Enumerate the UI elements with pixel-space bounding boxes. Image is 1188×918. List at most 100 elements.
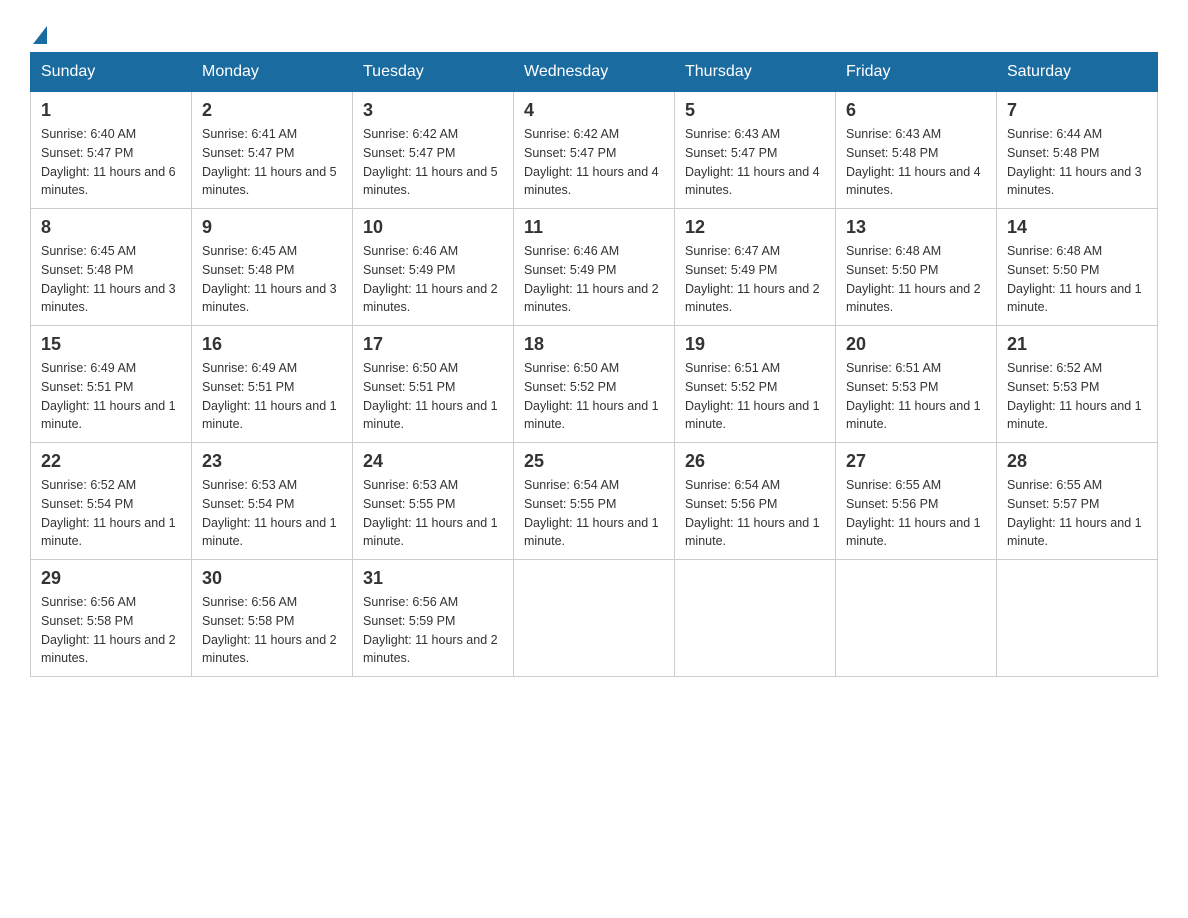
day-info: Sunrise: 6:53 AMSunset: 5:55 PMDaylight:… [363,478,498,548]
calendar-day-cell: 1 Sunrise: 6:40 AMSunset: 5:47 PMDayligh… [31,92,192,209]
weekday-header-wednesday: Wednesday [514,53,675,92]
day-number: 3 [363,100,503,121]
day-info: Sunrise: 6:43 AMSunset: 5:48 PMDaylight:… [846,127,981,197]
day-info: Sunrise: 6:46 AMSunset: 5:49 PMDaylight:… [363,244,498,314]
calendar-day-cell: 10 Sunrise: 6:46 AMSunset: 5:49 PMDaylig… [353,209,514,326]
calendar-week-row: 1 Sunrise: 6:40 AMSunset: 5:47 PMDayligh… [31,92,1158,209]
day-info: Sunrise: 6:52 AMSunset: 5:54 PMDaylight:… [41,478,176,548]
day-info: Sunrise: 6:42 AMSunset: 5:47 PMDaylight:… [363,127,498,197]
day-info: Sunrise: 6:51 AMSunset: 5:52 PMDaylight:… [685,361,820,431]
calendar-table: SundayMondayTuesdayWednesdayThursdayFrid… [30,52,1158,677]
day-number: 24 [363,451,503,472]
weekday-header-thursday: Thursday [675,53,836,92]
calendar-day-cell: 31 Sunrise: 6:56 AMSunset: 5:59 PMDaylig… [353,560,514,677]
calendar-day-cell: 15 Sunrise: 6:49 AMSunset: 5:51 PMDaylig… [31,326,192,443]
day-info: Sunrise: 6:56 AMSunset: 5:58 PMDaylight:… [41,595,176,665]
calendar-day-cell: 21 Sunrise: 6:52 AMSunset: 5:53 PMDaylig… [997,326,1158,443]
day-number: 27 [846,451,986,472]
day-number: 19 [685,334,825,355]
calendar-day-cell [675,560,836,677]
day-info: Sunrise: 6:50 AMSunset: 5:51 PMDaylight:… [363,361,498,431]
day-number: 15 [41,334,181,355]
calendar-day-cell: 29 Sunrise: 6:56 AMSunset: 5:58 PMDaylig… [31,560,192,677]
day-number: 16 [202,334,342,355]
day-number: 31 [363,568,503,589]
day-info: Sunrise: 6:50 AMSunset: 5:52 PMDaylight:… [524,361,659,431]
calendar-day-cell [997,560,1158,677]
calendar-day-cell: 6 Sunrise: 6:43 AMSunset: 5:48 PMDayligh… [836,92,997,209]
day-number: 23 [202,451,342,472]
calendar-day-cell: 7 Sunrise: 6:44 AMSunset: 5:48 PMDayligh… [997,92,1158,209]
day-info: Sunrise: 6:48 AMSunset: 5:50 PMDaylight:… [846,244,981,314]
calendar-day-cell: 26 Sunrise: 6:54 AMSunset: 5:56 PMDaylig… [675,443,836,560]
weekday-header-tuesday: Tuesday [353,53,514,92]
calendar-header: SundayMondayTuesdayWednesdayThursdayFrid… [31,53,1158,92]
day-number: 13 [846,217,986,238]
day-info: Sunrise: 6:48 AMSunset: 5:50 PMDaylight:… [1007,244,1142,314]
day-number: 29 [41,568,181,589]
day-info: Sunrise: 6:45 AMSunset: 5:48 PMDaylight:… [202,244,337,314]
day-number: 6 [846,100,986,121]
calendar-day-cell: 24 Sunrise: 6:53 AMSunset: 5:55 PMDaylig… [353,443,514,560]
calendar-day-cell: 25 Sunrise: 6:54 AMSunset: 5:55 PMDaylig… [514,443,675,560]
calendar-day-cell: 14 Sunrise: 6:48 AMSunset: 5:50 PMDaylig… [997,209,1158,326]
calendar-day-cell: 2 Sunrise: 6:41 AMSunset: 5:47 PMDayligh… [192,92,353,209]
day-info: Sunrise: 6:54 AMSunset: 5:56 PMDaylight:… [685,478,820,548]
day-number: 17 [363,334,503,355]
weekday-header-row: SundayMondayTuesdayWednesdayThursdayFrid… [31,53,1158,92]
day-number: 4 [524,100,664,121]
day-info: Sunrise: 6:41 AMSunset: 5:47 PMDaylight:… [202,127,337,197]
day-info: Sunrise: 6:49 AMSunset: 5:51 PMDaylight:… [41,361,176,431]
calendar-week-row: 8 Sunrise: 6:45 AMSunset: 5:48 PMDayligh… [31,209,1158,326]
day-info: Sunrise: 6:56 AMSunset: 5:59 PMDaylight:… [363,595,498,665]
day-number: 25 [524,451,664,472]
day-info: Sunrise: 6:53 AMSunset: 5:54 PMDaylight:… [202,478,337,548]
calendar-day-cell: 3 Sunrise: 6:42 AMSunset: 5:47 PMDayligh… [353,92,514,209]
day-info: Sunrise: 6:40 AMSunset: 5:47 PMDaylight:… [41,127,176,197]
day-number: 26 [685,451,825,472]
calendar-day-cell: 22 Sunrise: 6:52 AMSunset: 5:54 PMDaylig… [31,443,192,560]
calendar-day-cell: 5 Sunrise: 6:43 AMSunset: 5:47 PMDayligh… [675,92,836,209]
day-number: 14 [1007,217,1147,238]
day-info: Sunrise: 6:55 AMSunset: 5:56 PMDaylight:… [846,478,981,548]
day-info: Sunrise: 6:55 AMSunset: 5:57 PMDaylight:… [1007,478,1142,548]
calendar-day-cell: 12 Sunrise: 6:47 AMSunset: 5:49 PMDaylig… [675,209,836,326]
calendar-day-cell: 11 Sunrise: 6:46 AMSunset: 5:49 PMDaylig… [514,209,675,326]
weekday-header-friday: Friday [836,53,997,92]
calendar-day-cell: 16 Sunrise: 6:49 AMSunset: 5:51 PMDaylig… [192,326,353,443]
logo [30,30,47,42]
calendar-day-cell: 27 Sunrise: 6:55 AMSunset: 5:56 PMDaylig… [836,443,997,560]
calendar-week-row: 22 Sunrise: 6:52 AMSunset: 5:54 PMDaylig… [31,443,1158,560]
calendar-day-cell: 9 Sunrise: 6:45 AMSunset: 5:48 PMDayligh… [192,209,353,326]
calendar-body: 1 Sunrise: 6:40 AMSunset: 5:47 PMDayligh… [31,92,1158,677]
day-number: 10 [363,217,503,238]
day-number: 20 [846,334,986,355]
day-info: Sunrise: 6:56 AMSunset: 5:58 PMDaylight:… [202,595,337,665]
calendar-day-cell: 18 Sunrise: 6:50 AMSunset: 5:52 PMDaylig… [514,326,675,443]
calendar-day-cell [836,560,997,677]
day-number: 8 [41,217,181,238]
page-header [30,20,1158,42]
weekday-header-saturday: Saturday [997,53,1158,92]
calendar-week-row: 15 Sunrise: 6:49 AMSunset: 5:51 PMDaylig… [31,326,1158,443]
logo-triangle-icon [33,26,47,44]
day-number: 9 [202,217,342,238]
weekday-header-sunday: Sunday [31,53,192,92]
calendar-day-cell: 20 Sunrise: 6:51 AMSunset: 5:53 PMDaylig… [836,326,997,443]
day-number: 18 [524,334,664,355]
day-info: Sunrise: 6:46 AMSunset: 5:49 PMDaylight:… [524,244,659,314]
calendar-day-cell: 30 Sunrise: 6:56 AMSunset: 5:58 PMDaylig… [192,560,353,677]
weekday-header-monday: Monday [192,53,353,92]
calendar-day-cell: 4 Sunrise: 6:42 AMSunset: 5:47 PMDayligh… [514,92,675,209]
day-number: 28 [1007,451,1147,472]
day-number: 21 [1007,334,1147,355]
day-info: Sunrise: 6:49 AMSunset: 5:51 PMDaylight:… [202,361,337,431]
day-number: 5 [685,100,825,121]
calendar-week-row: 29 Sunrise: 6:56 AMSunset: 5:58 PMDaylig… [31,560,1158,677]
day-info: Sunrise: 6:45 AMSunset: 5:48 PMDaylight:… [41,244,176,314]
day-number: 7 [1007,100,1147,121]
calendar-day-cell: 19 Sunrise: 6:51 AMSunset: 5:52 PMDaylig… [675,326,836,443]
day-number: 30 [202,568,342,589]
day-number: 1 [41,100,181,121]
day-number: 11 [524,217,664,238]
